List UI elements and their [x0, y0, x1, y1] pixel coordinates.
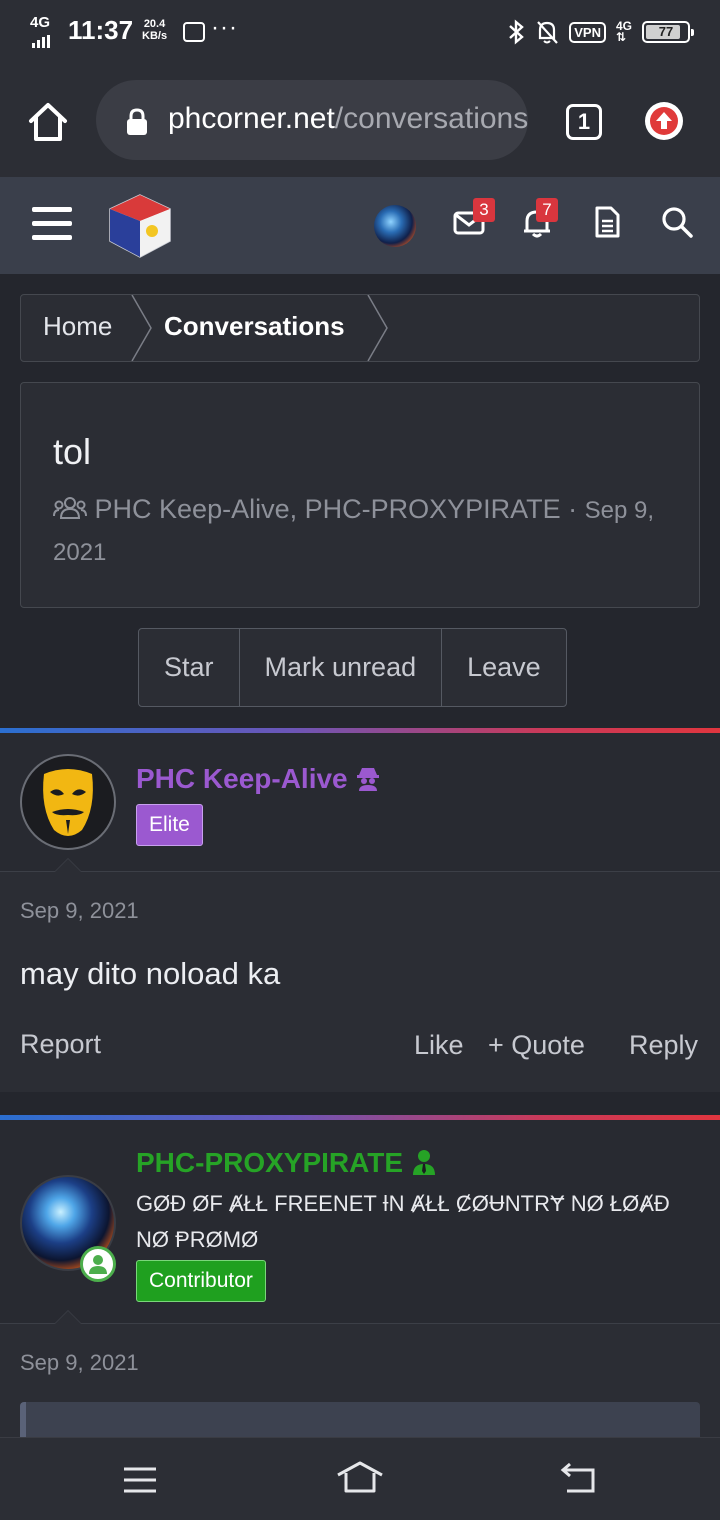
signal-icon	[32, 30, 52, 48]
menu-icon[interactable]	[32, 207, 72, 241]
battery-level: 77	[658, 24, 674, 39]
breadcrumb-conversations[interactable]: Conversations	[164, 311, 345, 342]
online-status-icon	[80, 1246, 116, 1282]
avatar-pointer	[54, 858, 82, 872]
avatar[interactable]	[20, 754, 116, 850]
user-title: GØĐ ØF ȺŁŁ FREENET ƗN ȺŁŁ ȻØɄNTRɎ NØ ŁØȺ…	[136, 1191, 670, 1252]
network-speed: 20.4 KB/s	[142, 18, 168, 42]
home-icon[interactable]	[26, 100, 70, 144]
update-button[interactable]	[645, 102, 683, 140]
network-type: 4G	[30, 14, 51, 31]
post-user-block: PHC Keep-Alive Elite	[0, 733, 720, 872]
post-message: may dito noload ka	[20, 956, 281, 991]
avatar-pointer	[54, 1310, 82, 1324]
post-date[interactable]: Sep 9, 2021	[20, 898, 139, 924]
conversation-header: tol PHC Keep-Alive, PHC-PROXYPIRATE · Se…	[20, 382, 700, 608]
role-badge: Contributor	[136, 1260, 266, 1302]
lock-icon	[127, 108, 147, 135]
breadcrumb-home[interactable]: Home	[43, 311, 112, 342]
username[interactable]: PHC-PROXYPIRATE	[136, 1147, 437, 1179]
breadcrumb-separator-icon	[131, 295, 152, 361]
battery-icon: 77	[642, 21, 694, 43]
star-button[interactable]: Star	[139, 629, 240, 706]
back-nav-icon[interactable]	[560, 1462, 598, 1494]
mute-bell-icon	[537, 21, 559, 44]
role-badge: Elite	[136, 804, 203, 846]
breadcrumb-separator-icon	[367, 295, 388, 361]
participants[interactable]: PHC Keep-Alive, PHC-PROXYPIRATE	[95, 494, 561, 524]
tab-switcher-button[interactable]: 1	[566, 104, 602, 140]
conversation-title: tol	[53, 431, 92, 472]
alerts-badge: 7	[536, 198, 558, 222]
system-navigation-bar	[0, 1437, 720, 1520]
report-link[interactable]: Report	[20, 1029, 101, 1060]
like-link[interactable]: Like	[414, 1030, 464, 1061]
user-tie-icon	[412, 1150, 435, 1175]
site-navbar: 3 7	[0, 177, 720, 274]
site-logo[interactable]	[106, 191, 174, 261]
plus-icon: +	[488, 1030, 512, 1060]
post-date[interactable]: Sep 9, 2021	[20, 1350, 139, 1376]
recents-menu-icon[interactable]	[122, 1466, 158, 1494]
clock: 11:37	[68, 15, 134, 45]
quote-link[interactable]: + Quote	[488, 1030, 585, 1061]
post-user-block: PHC-PROXYPIRATE GØĐ ØF ȺŁŁ FREENET ƗN ȺŁ…	[0, 1120, 720, 1324]
breadcrumb: Home Conversations	[20, 294, 700, 362]
conversation-meta: PHC Keep-Alive, PHC-PROXYPIRATE · Sep 9,…	[53, 489, 663, 573]
document-icon[interactable]	[590, 205, 624, 239]
users-icon	[53, 497, 87, 519]
mark-unread-button[interactable]: Mark unread	[240, 629, 443, 706]
meta-separator: ·	[568, 494, 578, 524]
mobile-data-indicator: 4G ⇅	[615, 19, 632, 44]
leave-button[interactable]: Leave	[442, 629, 566, 706]
bluetooth-icon	[509, 19, 525, 45]
search-icon[interactable]	[660, 205, 694, 239]
messages-badge: 3	[473, 198, 495, 222]
vpn-indicator: VPN	[569, 21, 606, 43]
browser-toolbar: phcorner.net/conversations/ 1	[0, 64, 720, 177]
arrow-up-icon	[650, 107, 678, 135]
status-bar: 4G 11:37 20.4 KB/s ··· VPN 4G ⇅ 77	[0, 0, 720, 64]
post-body: Sep 9, 2021 may dito noload ka Report Li…	[0, 872, 720, 1092]
spy-icon	[357, 768, 380, 791]
url-text: phcorner.net/conversations/	[168, 102, 528, 135]
address-bar[interactable]: phcorner.net/conversations/	[96, 80, 528, 160]
notification-app-icon	[183, 22, 205, 42]
reply-link[interactable]: Reply	[629, 1030, 698, 1061]
user-avatar[interactable]	[374, 205, 416, 247]
mask-avatar-icon	[43, 769, 93, 836]
home-nav-icon[interactable]	[336, 1460, 384, 1494]
more-notifications-icon: ···	[211, 14, 238, 41]
username[interactable]: PHC Keep-Alive	[136, 763, 381, 795]
conversation-actions: Star Mark unread Leave	[138, 628, 567, 707]
